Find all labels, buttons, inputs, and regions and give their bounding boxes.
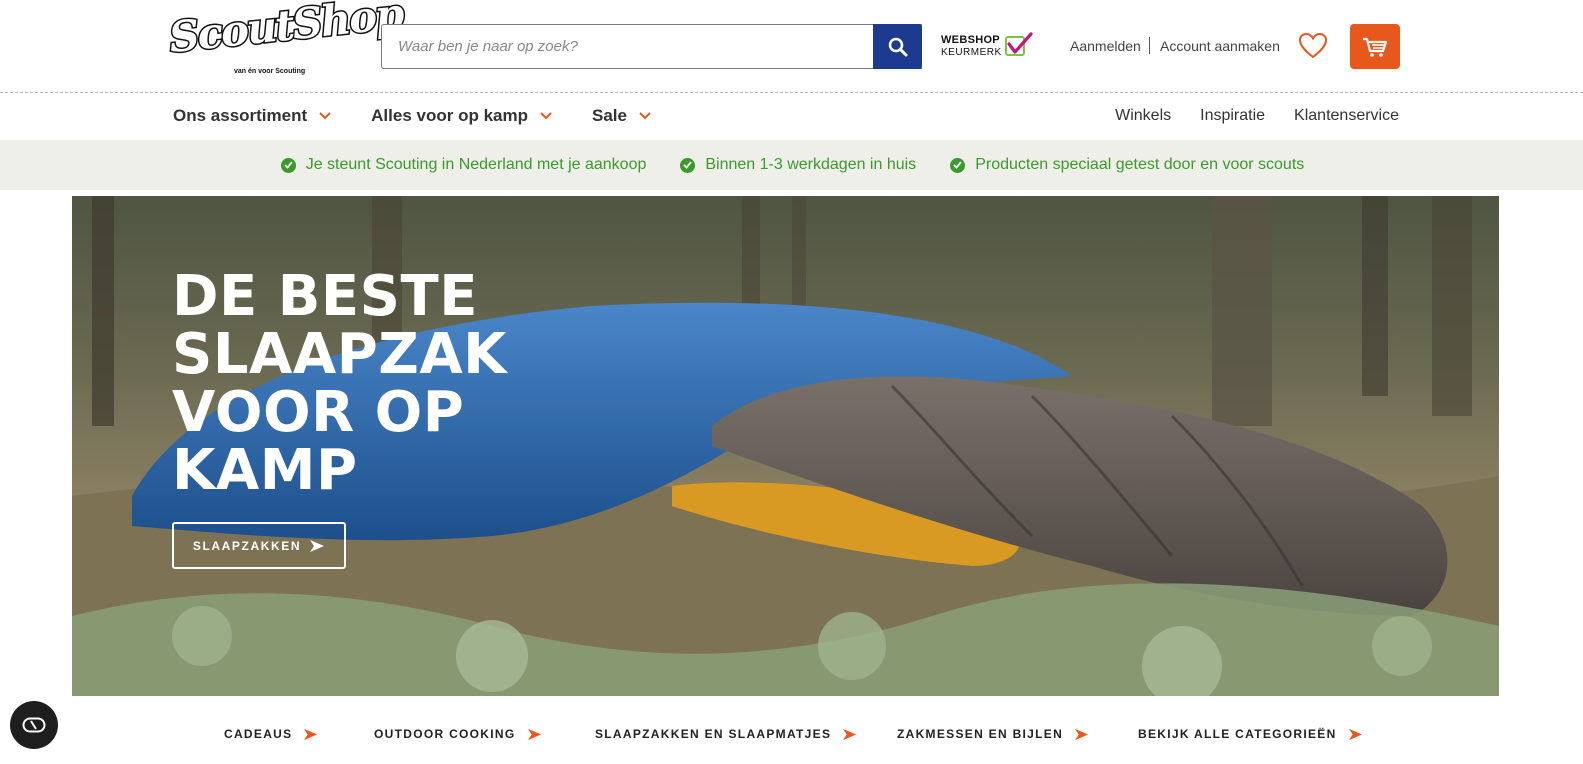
webshop-keurmerk-badge[interactable]: WEBSHOP KEURMERK [941,32,1036,60]
usp-text: Binnen 1-3 werkdagen in huis [705,156,917,173]
search-input[interactable] [382,25,873,68]
hero-cta-label: SLAAPZAKKEN [192,538,302,553]
usp-bar: Je steunt Scouting in Nederland met je a… [0,140,1583,190]
arrow-right-icon [843,728,857,740]
arrow-right-icon [304,728,318,740]
category-strip: CADEAUS OUTDOOR COOKING SLAAPZAKKEN EN S… [0,714,1583,754]
chevron-down-icon [319,112,331,120]
check-circle-icon [680,157,696,173]
logo-wordmark: ScoutShop [165,0,406,64]
keurmerk-check-icon [1005,32,1033,56]
check-circle-icon [280,157,296,173]
category-label: CADEAUS [224,727,293,741]
category-label: ZAKMESSEN EN BIJLEN [897,727,1064,741]
accessibility-icon [22,717,46,733]
arrow-right-icon [1075,728,1089,740]
usp-item: Producten speciaal getest door en voor s… [950,156,1304,174]
secondary-nav: Winkels Inspiratie Klantenservice [1086,107,1399,125]
header-divider [0,92,1583,93]
usp-text: Producten speciaal getest door en voor s… [975,156,1305,173]
cart-button[interactable] [1350,24,1400,69]
hero-title: DE BESTE SLAAPZAK VOOR OP KAMP [172,264,508,503]
site-header: ScoutShop van én voor Scouting WEBSHOP K… [0,0,1583,92]
nav-label: Ons assortiment [173,106,308,125]
keurmerk-line2: KEURMERK [941,47,1002,58]
main-nav: Ons assortiment Alles voor op kamp Sale [173,105,691,127]
arrow-right-icon [310,539,325,552]
usp-item: Binnen 1-3 werkdagen in huis [680,156,916,174]
nav-klantenservice[interactable]: Klantenservice [1294,107,1399,125]
category-link-slaapzakken[interactable]: SLAAPZAKKEN EN SLAAPMATJES [595,727,857,741]
hero-banner[interactable]: DE BESTE SLAAPZAK VOOR OP KAMP SLAAPZAKK… [72,196,1499,696]
chevron-down-icon [540,112,552,120]
category-label: SLAAPZAKKEN EN SLAAPMATJES [595,727,832,741]
keurmerk-line1: WEBSHOP [941,34,1000,46]
category-link-all[interactable]: BEKIJK ALLE CATEGORIEËN [1138,727,1363,741]
category-link-zakmessen[interactable]: ZAKMESSEN EN BIJLEN [897,727,1089,741]
cart-icon [1363,37,1388,57]
category-link-outdoor-cooking[interactable]: OUTDOOR COOKING [374,727,542,741]
category-label: BEKIJK ALLE CATEGORIEËN [1138,727,1337,741]
arrow-right-icon [1348,728,1362,740]
search-icon [888,37,907,56]
check-circle-icon [950,157,966,173]
nav-inspiratie[interactable]: Inspiratie [1200,107,1265,125]
login-link[interactable]: Aanmelden [1070,38,1141,54]
chevron-down-icon [639,112,651,120]
site-logo[interactable]: ScoutShop van én voor Scouting [165,0,406,80]
logo-tagline: van én voor Scouting [234,68,306,75]
nav-label: Sale [591,106,627,125]
search-bar [381,24,922,69]
heart-icon [1298,32,1328,59]
usp-text: Je steunt Scouting in Nederland met je a… [305,156,647,173]
category-link-cadeaus[interactable]: CADEAUS [224,727,318,741]
category-label: OUTDOOR COOKING [374,727,516,741]
nav-winkels[interactable]: Winkels [1115,107,1171,125]
search-button[interactable] [873,24,922,69]
hero-cta-button[interactable]: SLAAPZAKKEN [172,522,346,569]
wishlist-button[interactable] [1298,31,1328,61]
arrow-right-icon [527,728,541,740]
nav-sale[interactable]: Sale [592,105,651,127]
nav-ons-assortiment[interactable]: Ons assortiment [173,105,331,127]
usp-item: Je steunt Scouting in Nederland met je a… [280,156,647,174]
nav-label: Alles voor op kamp [371,106,528,125]
account-divider [1149,37,1150,54]
nav-alles-voor-op-kamp[interactable]: Alles voor op kamp [371,105,552,127]
accessibility-button[interactable] [10,701,58,749]
register-link[interactable]: Account aanmaken [1160,38,1280,54]
